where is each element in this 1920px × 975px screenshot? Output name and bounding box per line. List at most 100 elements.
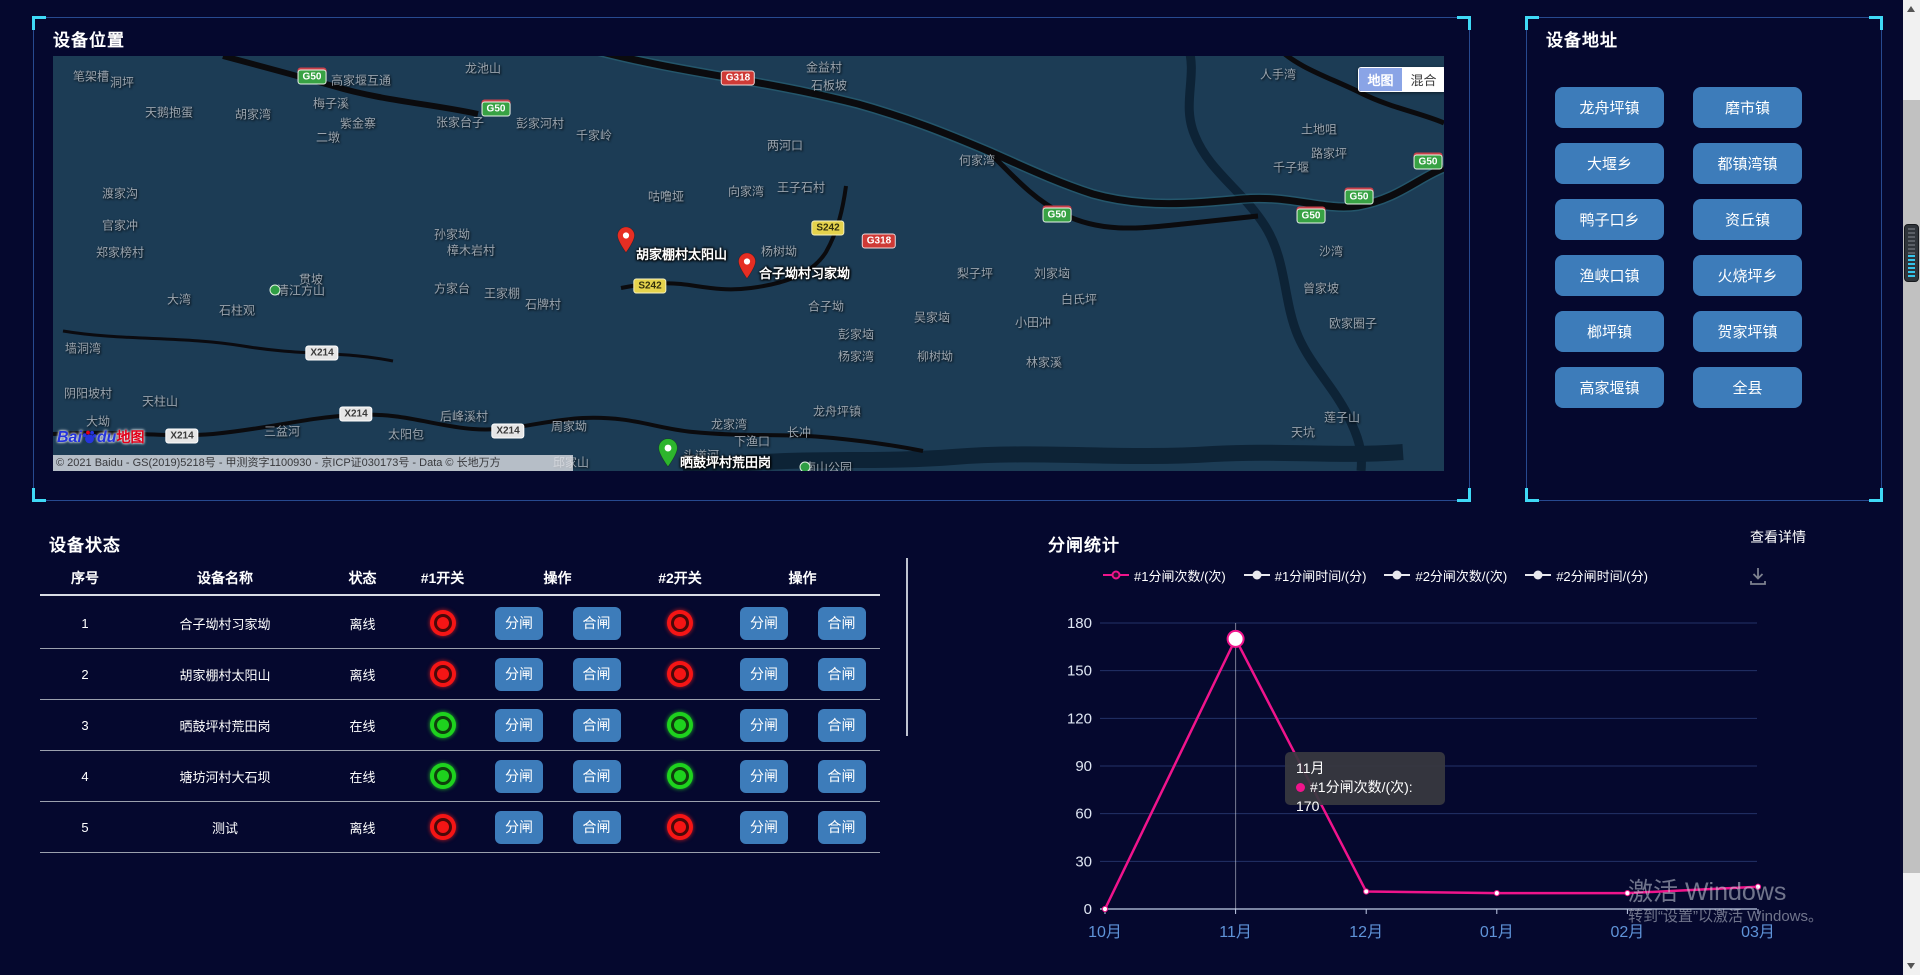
map-place-label: 紫金寨 [340, 115, 376, 132]
device-name: 测试 [130, 818, 320, 837]
road-shield-g50: G50 [1297, 209, 1326, 224]
park-icon [270, 285, 281, 296]
map-place-label: 天鹅抱蛋 [145, 104, 193, 121]
trip-button-sw1[interactable]: 分闸 [495, 658, 543, 691]
map-marker-pin[interactable] [657, 438, 679, 471]
address-button-3[interactable]: 大堰乡 [1555, 143, 1664, 184]
map-place-label: 后峰溪村 [440, 408, 488, 425]
trip-button-sw2[interactable]: 分闸 [740, 760, 788, 793]
map-place-label: 郑家榜村 [96, 244, 144, 261]
trip-button-sw1[interactable]: 分闸 [495, 607, 543, 640]
column-header-6: 操作 [725, 568, 880, 588]
scrollbar-thumb[interactable] [1903, 100, 1920, 873]
legend-item-1[interactable]: #1分闸时间/(分) [1244, 566, 1367, 585]
close-button-sw1[interactable]: 合闸 [573, 760, 621, 793]
map-place-label: 墙洞湾 [65, 340, 101, 357]
map-type-toggle[interactable]: 地图混合 [1358, 67, 1444, 92]
column-header-0: 序号 [40, 568, 130, 588]
series-dot-icon [1296, 783, 1305, 792]
close-button-sw1[interactable]: 合闸 [573, 709, 621, 742]
map-place-label: 杨树坳 [761, 243, 797, 260]
trip-button-sw2[interactable]: 分闸 [740, 607, 788, 640]
device-status: 在线 [320, 767, 405, 786]
scroll-up-icon[interactable] [1907, 6, 1915, 12]
map-type-option-hybrid[interactable]: 混合 [1402, 68, 1444, 91]
address-button-2[interactable]: 磨市镇 [1693, 87, 1802, 128]
scroll-down-icon[interactable] [1907, 963, 1915, 969]
op-cell: 分闸 [480, 811, 558, 844]
switch2-indicator [667, 661, 693, 687]
map-place-label: 天坑 [1291, 424, 1315, 441]
switch2-indicator [667, 814, 693, 840]
trip-button-sw1[interactable]: 分闸 [495, 811, 543, 844]
hovered-data-point [1228, 631, 1244, 647]
map-place-label: 何家湾 [959, 152, 995, 169]
trip-button-sw2[interactable]: 分闸 [740, 658, 788, 691]
address-button-5[interactable]: 鸭子口乡 [1555, 199, 1664, 240]
map-place-label: 人手湾 [1260, 66, 1296, 83]
address-button-1[interactable]: 龙舟坪镇 [1555, 87, 1664, 128]
op-cell: 合闸 [803, 607, 880, 640]
op-cell: 合闸 [803, 709, 880, 742]
view-details-link[interactable]: 查看详情 [1750, 527, 1806, 547]
op-cell: 分闸 [725, 607, 803, 640]
y-tick-label: 90 [1075, 758, 1092, 775]
map-type-option-map[interactable]: 地图 [1359, 68, 1402, 91]
op-cell: 分闸 [725, 811, 803, 844]
map-place-label: 南山公园 [804, 459, 852, 472]
row-no: 1 [40, 616, 130, 631]
legend-item-0[interactable]: #1分闸次数/(次) [1103, 566, 1226, 585]
map-marker-pin[interactable] [616, 227, 636, 258]
map-place-label: 长冲 [787, 424, 811, 441]
close-button-sw1[interactable]: 合闸 [573, 811, 621, 844]
road-shield-s242: S242 [811, 221, 844, 236]
switch2-cell [635, 814, 725, 840]
close-button-sw2[interactable]: 合闸 [818, 658, 866, 691]
data-point [1494, 891, 1499, 896]
corner-decoration [1525, 16, 1539, 30]
address-button-10[interactable]: 贺家坪镇 [1693, 311, 1802, 352]
map-place-label: 柳树坳 [917, 348, 953, 365]
map-place-label: 彭家河村 [516, 115, 564, 132]
map-marker-pin[interactable] [737, 253, 757, 284]
map-place-label: 龙舟坪镇 [813, 403, 861, 420]
table-row: 2胡家棚村太阳山离线分闸合闸分闸合闸 [40, 649, 880, 700]
trip-button-sw2[interactable]: 分闸 [740, 709, 788, 742]
legend-item-3[interactable]: #2分闸时间/(分) [1525, 566, 1648, 585]
legend-marker-icon [1384, 574, 1410, 576]
address-button-12[interactable]: 全县 [1693, 367, 1802, 408]
address-button-4[interactable]: 都镇湾镇 [1693, 143, 1802, 184]
map-place-label: 樟木岩村 [447, 242, 495, 259]
close-button-sw2[interactable]: 合闸 [818, 811, 866, 844]
legend-item-2[interactable]: #2分闸次数/(次) [1384, 566, 1507, 585]
y-tick-label: 150 [1067, 663, 1092, 680]
download-icon[interactable] [1748, 566, 1768, 592]
device-address-title: 设备地址 [1546, 26, 1618, 51]
road-shield-x214: X214 [491, 424, 524, 439]
close-button-sw2[interactable]: 合闸 [818, 709, 866, 742]
address-button-11[interactable]: 高家堰镇 [1555, 367, 1664, 408]
baidu-map[interactable]: 笔架槽洞坪天鹅抱蛋胡家湾高家堰互通梅子溪紫金寨二墩张家台子彭家河村千家岭龙池山金… [53, 56, 1444, 471]
op-cell: 合闸 [558, 658, 635, 691]
close-button-sw2[interactable]: 合闸 [818, 607, 866, 640]
trip-button-sw1[interactable]: 分闸 [495, 760, 543, 793]
address-button-7[interactable]: 渔峡口镇 [1555, 255, 1664, 296]
map-place-label: 孙家坳 [434, 226, 470, 243]
close-button-sw1[interactable]: 合闸 [573, 658, 621, 691]
device-status: 在线 [320, 716, 405, 735]
address-button-8[interactable]: 火烧坪乡 [1693, 255, 1802, 296]
row-no: 4 [40, 769, 130, 784]
close-button-sw1[interactable]: 合闸 [573, 607, 621, 640]
trip-button-sw2[interactable]: 分闸 [740, 811, 788, 844]
address-button-6[interactable]: 资丘镇 [1693, 199, 1802, 240]
data-point [1102, 906, 1107, 911]
road-shield-x214: X214 [339, 407, 372, 422]
close-button-sw2[interactable]: 合闸 [818, 760, 866, 793]
address-button-9[interactable]: 榔坪镇 [1555, 311, 1664, 352]
page-scrollbar[interactable] [1903, 0, 1920, 975]
baidu-paw-icon [82, 430, 97, 444]
table-scrollbar[interactable] [906, 558, 908, 736]
trip-button-sw1[interactable]: 分闸 [495, 709, 543, 742]
map-place-label: 胡家湾 [235, 106, 271, 123]
map-place-label: 王子石村 [777, 179, 825, 196]
